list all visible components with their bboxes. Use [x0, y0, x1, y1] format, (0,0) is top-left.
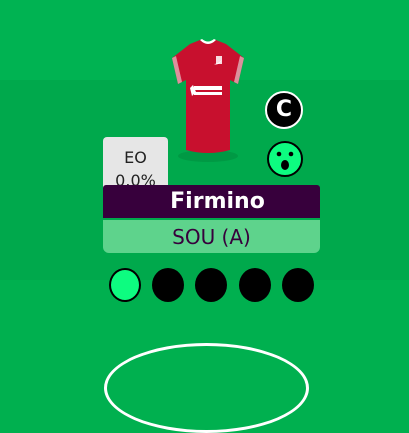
form-dot	[239, 268, 271, 302]
eo-label: EO	[124, 148, 147, 167]
form-dot	[152, 268, 184, 302]
pitch-center-circle	[104, 343, 309, 433]
surprised-face-icon[interactable]	[266, 140, 304, 178]
form-dots	[109, 268, 319, 304]
form-dot	[109, 268, 141, 302]
liverpool-shirt-icon[interactable]	[168, 36, 248, 168]
captain-badge[interactable]: C	[265, 91, 303, 129]
player-fixture-bar: SOU (A)	[103, 220, 320, 253]
player-fixture: SOU (A)	[172, 225, 251, 249]
player-name: Firmino	[170, 189, 265, 214]
form-dot	[282, 268, 314, 302]
captain-icon: C	[275, 97, 293, 122]
form-dot	[195, 268, 227, 302]
player-name-bar[interactable]: Firmino	[103, 185, 320, 218]
